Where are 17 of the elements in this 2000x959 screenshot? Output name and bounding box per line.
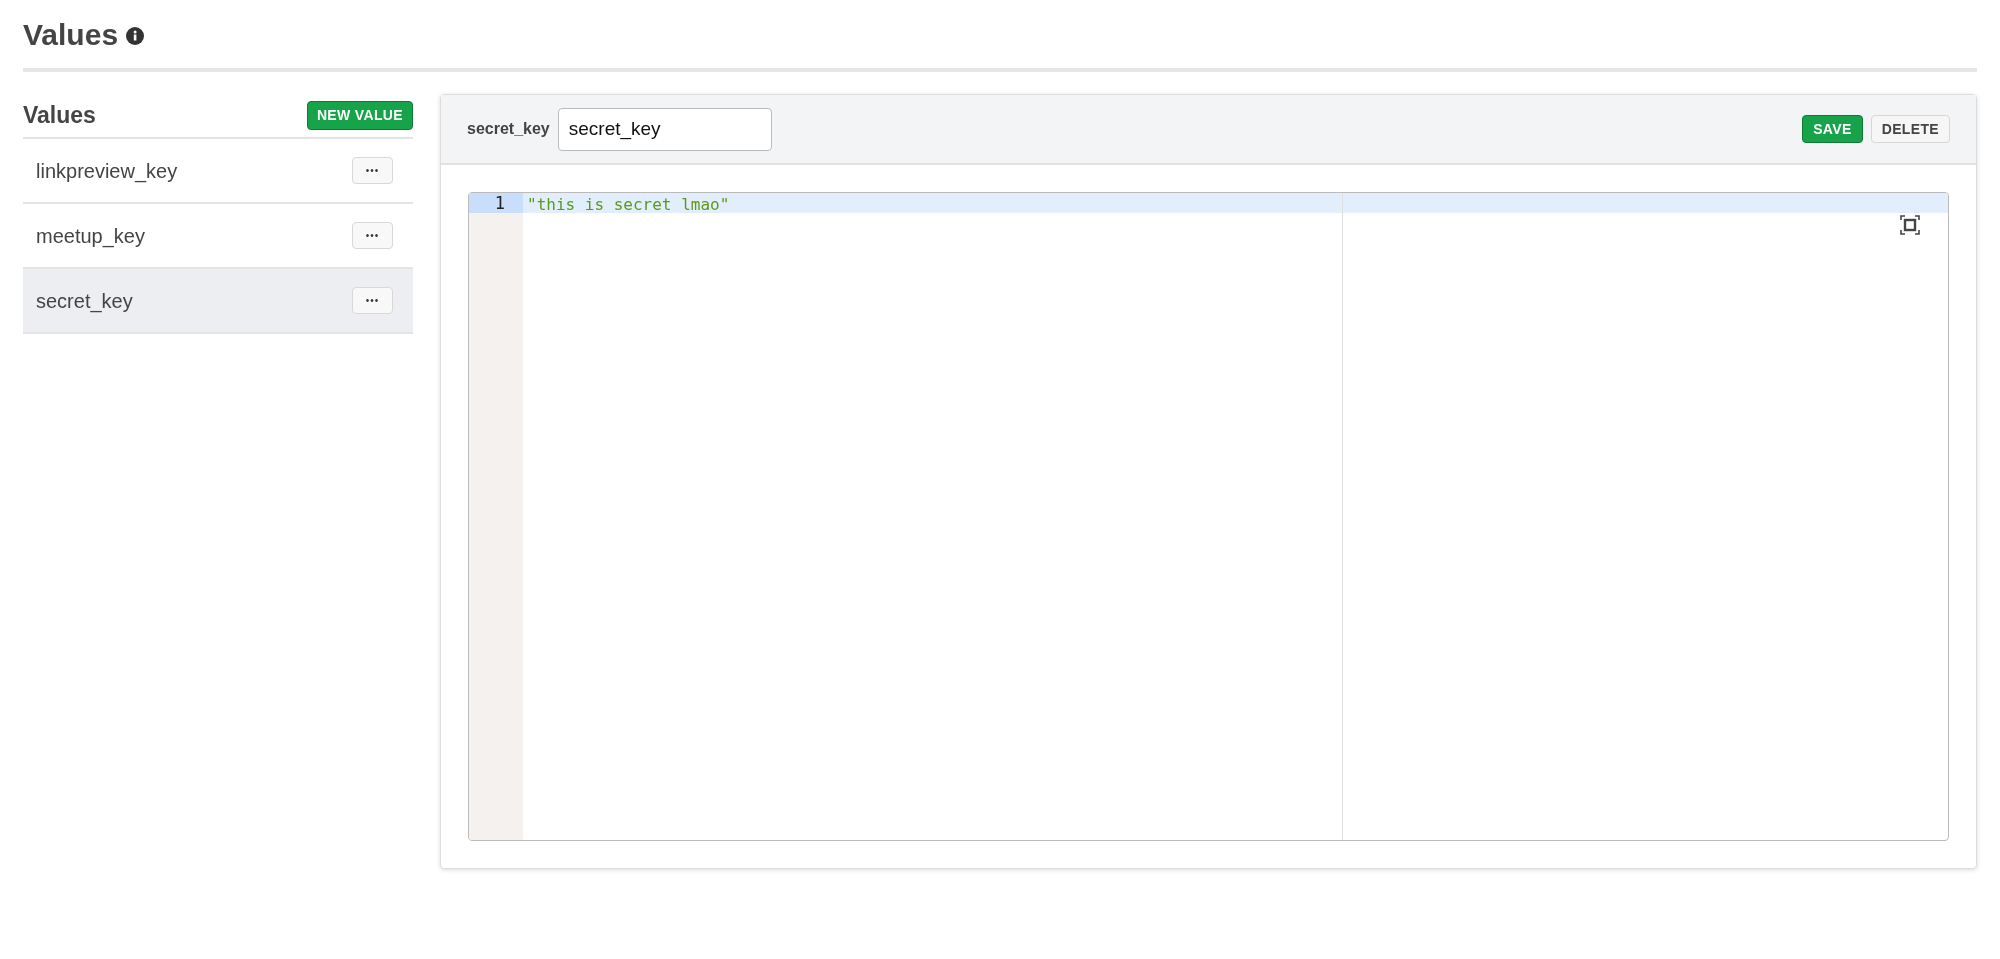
delete-button[interactable]: DELETE bbox=[1870, 115, 1950, 143]
code-line: "this is secret lmao" bbox=[527, 195, 730, 214]
sidebar-title: Values bbox=[23, 101, 96, 131]
more-button[interactable]: ••• bbox=[352, 287, 393, 314]
value-list-item[interactable]: secret_key ••• bbox=[23, 269, 413, 334]
value-name: linkpreview_key bbox=[36, 158, 178, 185]
info-icon[interactable] bbox=[126, 27, 145, 45]
more-button[interactable]: ••• bbox=[352, 222, 393, 249]
key-label: secret_key bbox=[467, 119, 550, 139]
fullscreen-icon[interactable] bbox=[1900, 215, 1920, 235]
code-editor[interactable]: 1 "this is secret lmao" bbox=[468, 192, 1949, 841]
key-input[interactable]: secret_key bbox=[557, 107, 772, 151]
more-button[interactable]: ••• bbox=[352, 157, 393, 184]
value-name: meetup_key bbox=[36, 223, 145, 250]
page-title: Values bbox=[23, 16, 119, 53]
line-number: 1 bbox=[469, 193, 523, 213]
value-name: secret_key bbox=[36, 288, 133, 315]
